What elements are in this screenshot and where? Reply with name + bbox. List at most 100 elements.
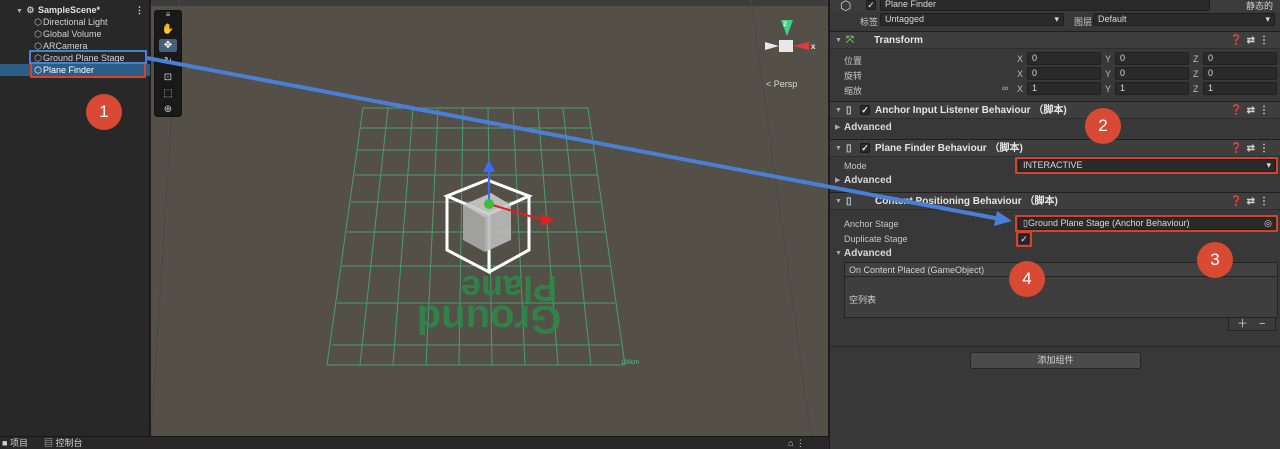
axis-y-label: Y <box>1105 54 1112 64</box>
advanced-label: Advanced <box>844 122 892 133</box>
transform-tool-icon[interactable]: ⊕ <box>159 103 177 116</box>
highlight-mode <box>1015 157 1278 174</box>
lock-icon[interactable]: ⌂ ⋮ <box>788 437 805 449</box>
transform-icon: ⤧ <box>846 35 854 46</box>
hierarchy-item-directional-light[interactable]: ⬡Directional Light <box>0 16 150 28</box>
position-label: 位置 <box>844 56 863 66</box>
position-row: 位置 X 0 Y 0 Z 0 <box>830 52 1280 66</box>
rotation-z-field[interactable]: 0 <box>1203 67 1277 80</box>
scale-tool-icon[interactable]: ⊡ <box>159 71 177 84</box>
palette-handle-icon[interactable]: ≡ <box>159 11 177 19</box>
rect-tool-icon[interactable]: ⬚ <box>159 87 177 100</box>
hierarchy-scene-root[interactable]: ▼ ⚙ SampleScene* ⋮ <box>0 4 150 16</box>
plane-finder-header[interactable]: ▼ ▯ ✓ Plane Finder Behaviour （脚本) ❓⇄⋮ <box>830 139 1280 157</box>
script-icon: ▯ <box>846 196 852 207</box>
position-y-field[interactable]: 0 <box>1115 52 1189 65</box>
position-x-field[interactable]: 0 <box>1027 52 1101 65</box>
move-tool-icon[interactable]: ✥ <box>159 39 177 52</box>
y-axis-handle-icon[interactable] <box>483 160 495 172</box>
fold-arrow-icon[interactable]: ▼ <box>835 32 842 49</box>
hand-tool-icon[interactable]: ✋ <box>159 23 177 36</box>
hierarchy-item-label: Directional Light <box>43 17 108 27</box>
plane-finder-title: Plane Finder Behaviour （脚本) <box>875 143 1023 154</box>
layer-dropdown[interactable]: Default ▾ <box>1093 13 1275 26</box>
scale-z-field[interactable]: 1 <box>1203 82 1277 95</box>
add-component-button[interactable]: 添加组件 <box>970 352 1141 369</box>
add-item-button[interactable]: ＋ <box>1237 318 1248 330</box>
console-icon: ▤ <box>44 438 54 448</box>
fold-arrow-icon[interactable]: ▼ <box>835 140 842 157</box>
scene-grid: Ground Plane 100cm z x < Persp <box>151 0 816 436</box>
advanced-label: Advanced <box>844 248 892 259</box>
axis-z-label: Z <box>1193 69 1199 79</box>
tab-project[interactable]: ■ 项目 <box>2 437 28 449</box>
annotation-badge-4: 4 <box>1009 261 1045 297</box>
anchor-stage-label: Anchor Stage <box>844 219 899 229</box>
layer-value: Default <box>1098 14 1127 24</box>
remove-item-button[interactable]: − <box>1259 318 1265 330</box>
anchor-input-enabled-checkbox[interactable]: ✓ <box>860 105 870 115</box>
plane-finder-advanced[interactable]: ▶ Advanced <box>830 174 1280 188</box>
gameobject-icon: ⬡ <box>34 29 42 39</box>
tab-console[interactable]: ▤ 控制台 <box>44 437 83 449</box>
empty-list-label: 空列表 <box>849 295 877 305</box>
anchor-input-advanced[interactable]: ▶ Advanced <box>830 121 1280 135</box>
component-header-icons[interactable]: ❓⇄⋮ <box>1230 32 1273 49</box>
rotation-label: 旋转 <box>844 71 863 81</box>
component-header-icons[interactable]: ❓⇄⋮ <box>1230 140 1273 157</box>
fold-arrow-icon[interactable]: ▼ <box>835 102 842 119</box>
object-active-checkbox[interactable]: ✓ <box>866 0 876 10</box>
scale-y-field[interactable]: 1 <box>1115 82 1189 95</box>
x-axis-handle-icon[interactable] <box>541 214 555 226</box>
axis-z-label: Z <box>1193 54 1199 64</box>
annotation-badge-1: 1 <box>86 94 122 130</box>
transform-header[interactable]: ▼ ⤧ Transform ❓⇄⋮ <box>830 31 1280 49</box>
fold-arrow-icon: ▼ <box>835 250 842 257</box>
scale-x-field[interactable]: 1 <box>1027 82 1101 95</box>
fold-arrow-icon[interactable]: ▼ <box>835 193 842 210</box>
scale-label: 100cm <box>621 360 639 366</box>
cube-icon: ⬡ <box>840 0 852 13</box>
rotation-x-field[interactable]: 0 <box>1027 67 1101 80</box>
anchor-input-title: Anchor Input Listener Behaviour （脚本) <box>875 105 1067 116</box>
scene-view[interactable]: Ground Plane 100cm z x < Persp ≡ ✋ ✥ ↻ ⊡… <box>151 0 828 436</box>
advanced-label: Advanced <box>844 175 892 186</box>
component-header-icons[interactable]: ❓⇄⋮ <box>1230 102 1273 119</box>
ground-label-line2: Plane <box>461 268 557 309</box>
scale-row: 缩放 ∞ X 1 Y 1 Z 1 <box>830 82 1280 96</box>
gizmo-z-label: z <box>783 19 787 28</box>
orientation-gizmo[interactable]: z x <box>765 19 816 52</box>
fold-arrow-icon[interactable]: ▼ <box>16 8 23 15</box>
highlight-plane-finder <box>30 62 146 78</box>
tag-dropdown[interactable]: Untagged ▾ <box>880 13 1064 26</box>
rotation-y-field[interactable]: 0 <box>1115 67 1189 80</box>
object-name-field[interactable]: Plane Finder <box>880 0 1210 11</box>
axis-z-label: Z <box>1193 84 1199 94</box>
folder-icon: ■ <box>2 438 8 448</box>
plane-finder-enabled-checkbox[interactable]: ✓ <box>860 143 870 153</box>
hierarchy-item-global-volume[interactable]: ⬡Global Volume <box>0 28 150 40</box>
rotate-tool-icon[interactable]: ↻ <box>159 55 177 68</box>
highlight-anchor-stage <box>1015 215 1278 232</box>
position-z-field[interactable]: 0 <box>1203 52 1277 65</box>
annotation-badge-2: 2 <box>1085 108 1121 144</box>
rotation-row: 旋转 X 0 Y 0 Z 0 <box>830 67 1280 81</box>
persp-label[interactable]: < Persp <box>766 79 797 89</box>
z-axis-handle-icon[interactable] <box>484 199 494 209</box>
highlight-duplicate-stage <box>1016 231 1032 247</box>
link-icon[interactable]: ∞ <box>1002 83 1008 93</box>
annotation-badge-3: 3 <box>1197 242 1233 278</box>
highlight-ground-plane-stage <box>29 50 147 64</box>
static-toggle[interactable]: 静态的 <box>1246 0 1273 12</box>
scale-label: 缩放 <box>844 86 863 96</box>
axis-x-label: X <box>1017 69 1024 79</box>
event-list-controls: ＋ − <box>1228 318 1276 331</box>
script-icon: ▯ <box>846 143 852 154</box>
unity-scene-icon: ⚙ <box>26 5 35 15</box>
more-menu-icon[interactable]: ⋮ <box>135 4 144 16</box>
component-header-icons[interactable]: ❓⇄⋮ <box>1230 193 1273 210</box>
tag-value: Untagged <box>885 14 925 24</box>
content-positioning-header[interactable]: ▼ ▯ Content Positioning Behaviour （脚本) ❓… <box>830 192 1280 210</box>
anchor-input-header[interactable]: ▼ ▯ ✓ Anchor Input Listener Behaviour （脚… <box>830 101 1280 119</box>
axis-x-label: X <box>1017 54 1024 64</box>
